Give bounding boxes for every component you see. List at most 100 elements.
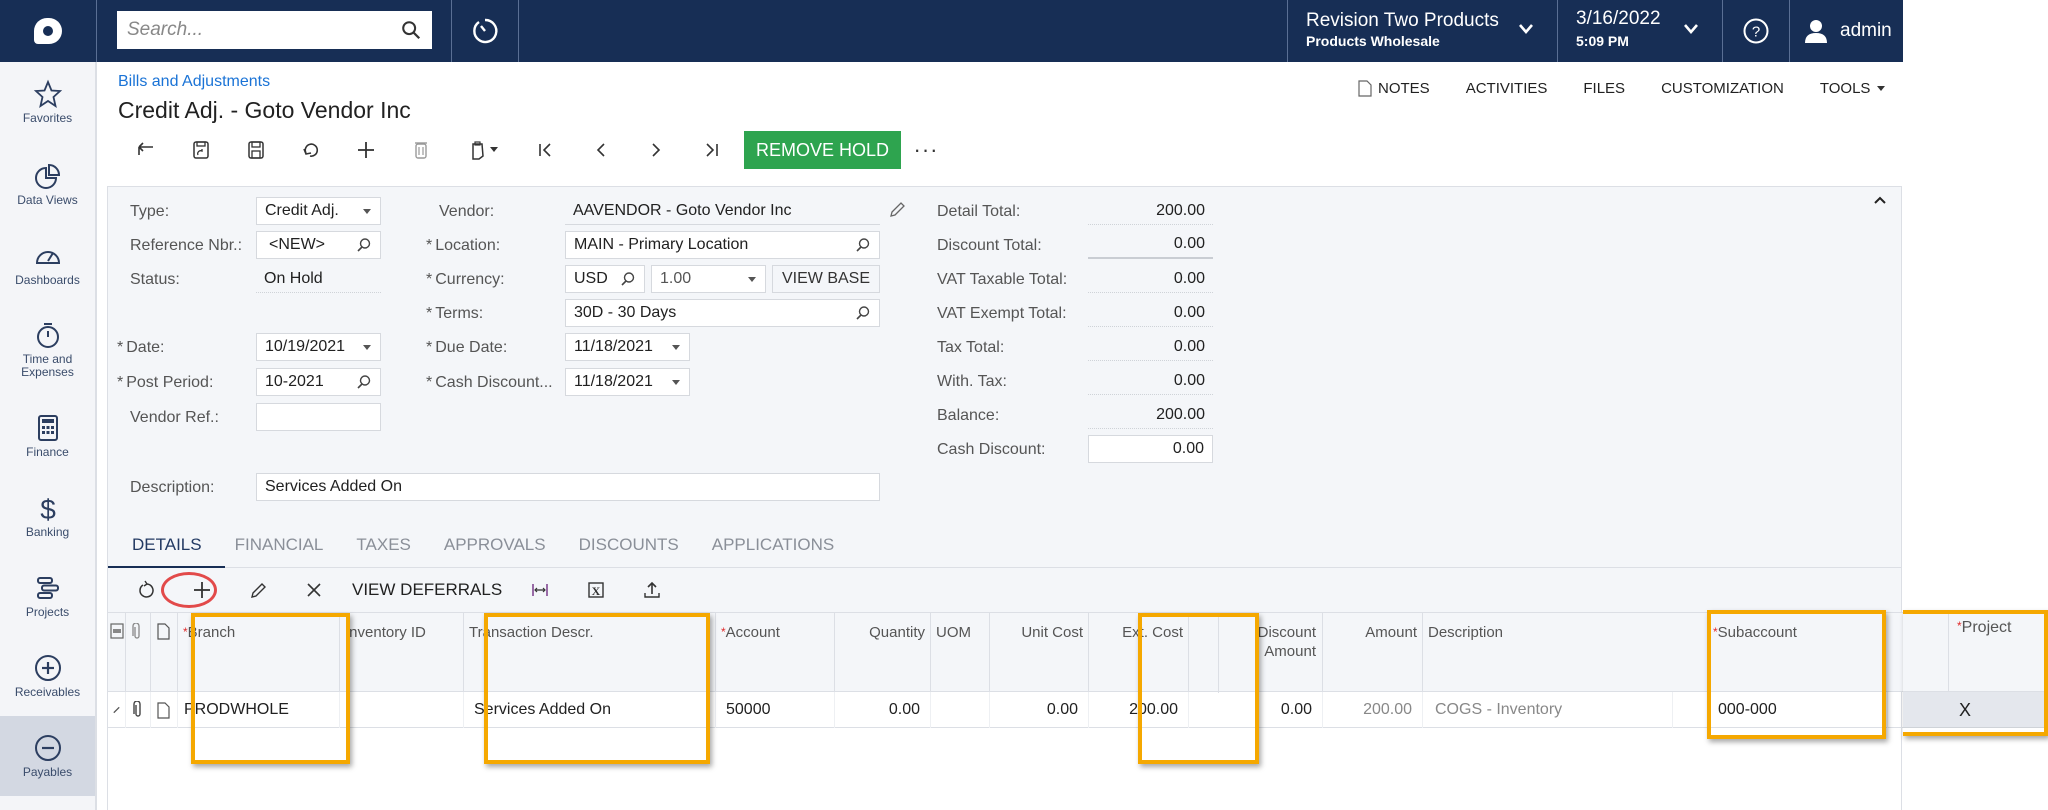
tools-menu[interactable]: TOOLS bbox=[1820, 80, 1887, 97]
tab-discounts[interactable]: DISCOUNTS bbox=[579, 522, 679, 568]
save-close-icon bbox=[192, 141, 209, 159]
cash-discount-field[interactable]: 0.00 bbox=[1088, 435, 1213, 463]
tab-approvals[interactable]: APPROVALS bbox=[444, 522, 546, 568]
sidebar-item-dashboards[interactable]: Dashboards bbox=[0, 224, 95, 304]
more-actions-button[interactable]: ··· bbox=[901, 137, 951, 163]
terms-field[interactable]: 30D - 30 Days bbox=[565, 299, 880, 327]
fit-columns-button[interactable] bbox=[512, 570, 568, 610]
row-attachment[interactable] bbox=[126, 692, 151, 728]
sidebar-item-time-and-expenses[interactable]: Time and Expenses bbox=[0, 304, 95, 394]
plus-icon bbox=[357, 142, 374, 158]
business-time: 5:09 PM bbox=[1576, 33, 1629, 49]
svg-text:$: $ bbox=[40, 494, 56, 523]
column-header-amount[interactable]: Amount bbox=[1323, 613, 1423, 693]
date-field[interactable]: 10/19/2021 bbox=[256, 333, 381, 361]
sidebar-item-receivables[interactable]: Receivables bbox=[0, 636, 95, 716]
export-excel-button[interactable]: X bbox=[568, 570, 624, 610]
row-note[interactable] bbox=[151, 692, 178, 728]
search-icon[interactable] bbox=[855, 305, 871, 321]
column-header-description[interactable]: Description bbox=[1423, 613, 1673, 693]
customization-link[interactable]: CUSTOMIZATION bbox=[1661, 80, 1784, 97]
column-header-uom[interactable]: UOM bbox=[931, 613, 990, 693]
copy-paste-button[interactable] bbox=[448, 130, 518, 170]
minus-circle-icon bbox=[34, 735, 61, 761]
table-row[interactable]: PRODWHOLE Services Added On 50000 0.00 0… bbox=[108, 692, 1903, 728]
first-record-button[interactable] bbox=[518, 130, 573, 170]
user-menu[interactable]: admin bbox=[1790, 0, 1903, 62]
tab-details[interactable]: DETAILS bbox=[108, 522, 225, 569]
note-icon bbox=[157, 701, 170, 719]
cell-unit-cost[interactable]: 0.00 bbox=[990, 692, 1089, 728]
back-arrow-icon bbox=[137, 142, 153, 155]
search-icon[interactable] bbox=[855, 237, 871, 253]
remove-hold-button[interactable]: REMOVE HOLD bbox=[744, 131, 902, 169]
description-field[interactable]: Services Added On bbox=[256, 473, 880, 501]
delete-button[interactable] bbox=[393, 130, 448, 170]
type-select[interactable]: Credit Adj. bbox=[256, 197, 381, 225]
help-button[interactable]: ? bbox=[1723, 0, 1789, 62]
date-label: * Date: bbox=[117, 339, 165, 356]
search-input[interactable]: Search... bbox=[117, 11, 432, 49]
excel-icon: X bbox=[588, 582, 604, 598]
sidebar-item-favorites[interactable]: Favorites bbox=[0, 62, 95, 142]
edit-row-button[interactable] bbox=[230, 570, 286, 610]
cell-quantity[interactable]: 0.00 bbox=[835, 692, 931, 728]
save-button[interactable] bbox=[228, 130, 283, 170]
back-button[interactable] bbox=[118, 130, 173, 170]
recent-history-button[interactable] bbox=[452, 0, 518, 62]
search-icon[interactable] bbox=[400, 19, 422, 41]
tab-financial[interactable]: FINANCIAL bbox=[235, 522, 324, 568]
search-icon[interactable] bbox=[620, 271, 636, 287]
cash-discount-date-field[interactable]: 11/18/2021 bbox=[565, 368, 690, 396]
previous-record-button[interactable] bbox=[573, 130, 628, 170]
page-title: Credit Adj. - Goto Vendor Inc bbox=[118, 97, 411, 123]
next-record-button[interactable] bbox=[628, 130, 683, 170]
tab-applications[interactable]: APPLICATIONS bbox=[712, 522, 835, 568]
column-header-account[interactable]: *Account bbox=[716, 613, 835, 693]
search-icon[interactable] bbox=[356, 237, 372, 253]
delete-row-button[interactable] bbox=[286, 570, 342, 610]
last-record-button[interactable] bbox=[683, 130, 738, 170]
save-icon bbox=[247, 141, 264, 159]
pencil-edit-icon[interactable] bbox=[888, 201, 906, 219]
sidebar-item-finance[interactable]: Finance bbox=[0, 396, 95, 476]
sidebar-item-banking[interactable]: $ Banking bbox=[0, 476, 95, 556]
view-base-button[interactable]: VIEW BASE bbox=[772, 265, 880, 293]
sidebar-item-data-views[interactable]: Data Views bbox=[0, 144, 95, 224]
sidebar-item-projects[interactable]: Projects bbox=[0, 556, 95, 636]
currency-rate-select[interactable]: 1.00 bbox=[651, 265, 766, 293]
upload-button[interactable] bbox=[624, 570, 680, 610]
due-date-field[interactable]: 11/18/2021 bbox=[565, 333, 690, 361]
activities-link[interactable]: ACTIVITIES bbox=[1466, 80, 1548, 97]
files-link[interactable]: FILES bbox=[1583, 80, 1625, 97]
company-selector[interactable]: Revision Two Products Products Wholesale bbox=[1288, 0, 1557, 62]
column-header-unit-cost[interactable]: Unit Cost bbox=[990, 613, 1089, 693]
add-new-record-button[interactable] bbox=[338, 130, 393, 170]
column-header-inventory-id[interactable]: Inventory ID bbox=[340, 613, 464, 693]
notes-link[interactable]: NOTES bbox=[1358, 80, 1430, 97]
cell-uom[interactable] bbox=[931, 692, 990, 728]
cell-inventory-id[interactable] bbox=[340, 692, 464, 728]
sidebar-item-payables[interactable]: Payables bbox=[0, 716, 95, 796]
breadcrumb-bills-and-adjustments[interactable]: Bills and Adjustments bbox=[118, 73, 270, 91]
currency-field[interactable]: USD bbox=[565, 265, 645, 293]
cell-account[interactable]: 50000 bbox=[716, 692, 835, 728]
view-deferrals-button[interactable]: VIEW DEFERRALS bbox=[342, 580, 512, 600]
business-date-selector[interactable]: 3/16/2022 5:09 PM bbox=[1558, 0, 1722, 62]
collapse-chevron-icon[interactable] bbox=[1873, 195, 1887, 205]
post-period-field[interactable]: 10-2021 bbox=[256, 368, 381, 396]
app-logo[interactable] bbox=[0, 0, 97, 62]
pencil-icon bbox=[251, 583, 266, 598]
reference-nbr-field[interactable]: <NEW> bbox=[256, 231, 381, 259]
save-and-close-button[interactable] bbox=[173, 130, 228, 170]
column-header-quantity[interactable]: Quantity bbox=[835, 613, 931, 693]
location-field[interactable]: MAIN - Primary Location bbox=[565, 231, 880, 259]
cancel-button[interactable] bbox=[283, 130, 338, 170]
vendor-ref-field[interactable] bbox=[256, 403, 381, 431]
search-icon[interactable] bbox=[356, 374, 372, 390]
tab-taxes[interactable]: TAXES bbox=[356, 522, 410, 568]
location-label: * Location: bbox=[426, 237, 501, 254]
dropdown-arrow-icon bbox=[363, 209, 371, 214]
chevron-down-icon bbox=[1684, 24, 1698, 34]
first-icon bbox=[538, 143, 551, 157]
